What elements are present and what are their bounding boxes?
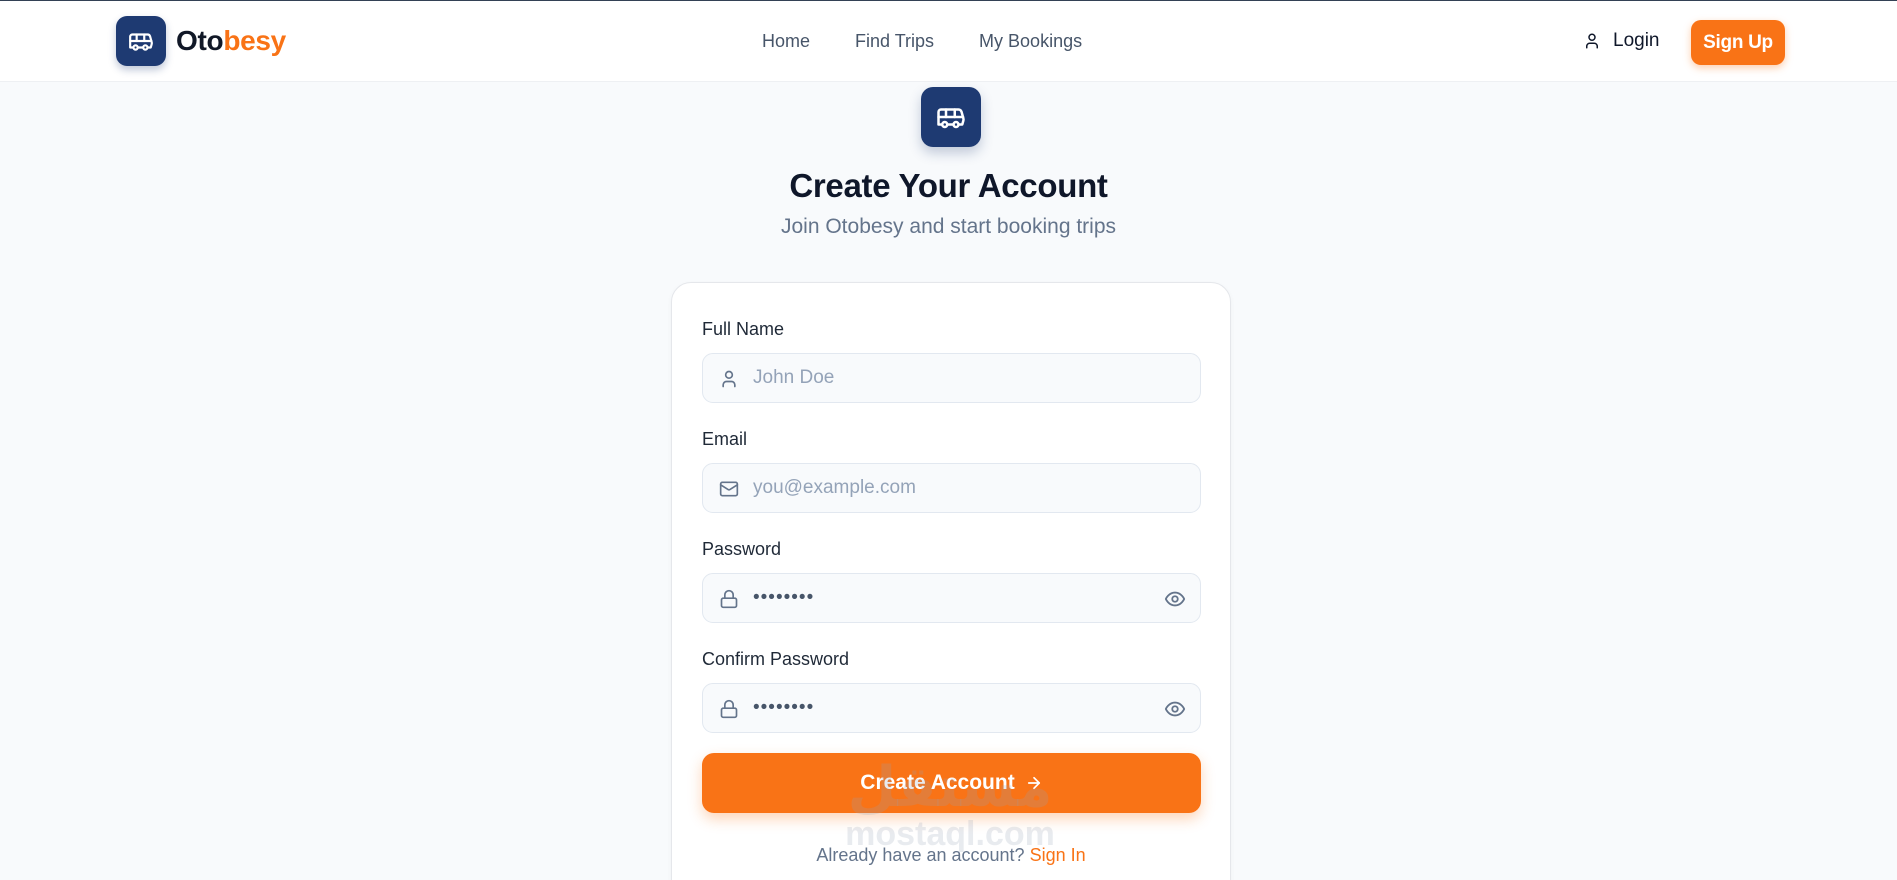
password-input[interactable] xyxy=(753,574,1143,622)
lock-icon xyxy=(720,699,738,719)
email-field xyxy=(702,463,1201,513)
mail-icon xyxy=(719,481,739,497)
brand-name: Otobesy xyxy=(176,25,286,57)
confirm-password-input[interactable] xyxy=(753,684,1143,732)
brand-name-part1: Oto xyxy=(176,25,224,56)
full-name-field xyxy=(702,353,1201,403)
user-icon xyxy=(722,370,736,388)
brand-logo[interactable]: Otobesy xyxy=(116,16,286,66)
nav-my-bookings[interactable]: My Bookings xyxy=(979,31,1082,52)
login-button[interactable]: Login xyxy=(1583,30,1660,52)
signin-prompt-text: Already have an account? xyxy=(816,845,1025,865)
bus-icon xyxy=(921,87,981,147)
top-navbar: Otobesy Home Find Trips My Bookings Logi… xyxy=(0,1,1897,82)
arrow-right-icon xyxy=(1027,776,1040,790)
full-name-input[interactable] xyxy=(753,354,1143,402)
nav-home[interactable]: Home xyxy=(762,31,810,52)
user-icon xyxy=(1586,33,1598,49)
page-title: Create Your Account xyxy=(789,167,1108,204)
confirm-password-label: Confirm Password xyxy=(702,649,850,669)
password-field[interactable] xyxy=(702,573,1201,623)
brand-name-part2: besy xyxy=(223,25,286,56)
bus-icon xyxy=(116,16,166,66)
create-account-button[interactable]: Create Account xyxy=(702,753,1201,813)
signin-link[interactable]: Sign In xyxy=(1030,845,1086,865)
create-account-label: Create Account xyxy=(860,771,1015,794)
eye-icon[interactable] xyxy=(1164,588,1186,610)
nav-find-trips[interactable]: Find Trips xyxy=(855,31,934,52)
lock-icon xyxy=(720,589,738,609)
email-input[interactable] xyxy=(753,464,1143,512)
password-label: Password xyxy=(702,539,782,559)
main-nav: Home Find Trips My Bookings xyxy=(762,31,1082,52)
confirm-password-field[interactable] xyxy=(702,683,1201,733)
email-label: Email xyxy=(702,429,748,449)
eye-icon[interactable] xyxy=(1164,698,1186,720)
signup-button[interactable]: Sign Up xyxy=(1691,20,1785,65)
page-subtitle: Join Otobesy and start booking trips xyxy=(780,215,1116,238)
signin-prompt: Already have an account? Sign In xyxy=(672,845,1230,866)
login-label: Login xyxy=(1613,30,1660,51)
full-name-label: Full Name xyxy=(702,319,785,339)
signup-form-card: Full Name Email Password Confirm Passwor… xyxy=(671,282,1231,880)
